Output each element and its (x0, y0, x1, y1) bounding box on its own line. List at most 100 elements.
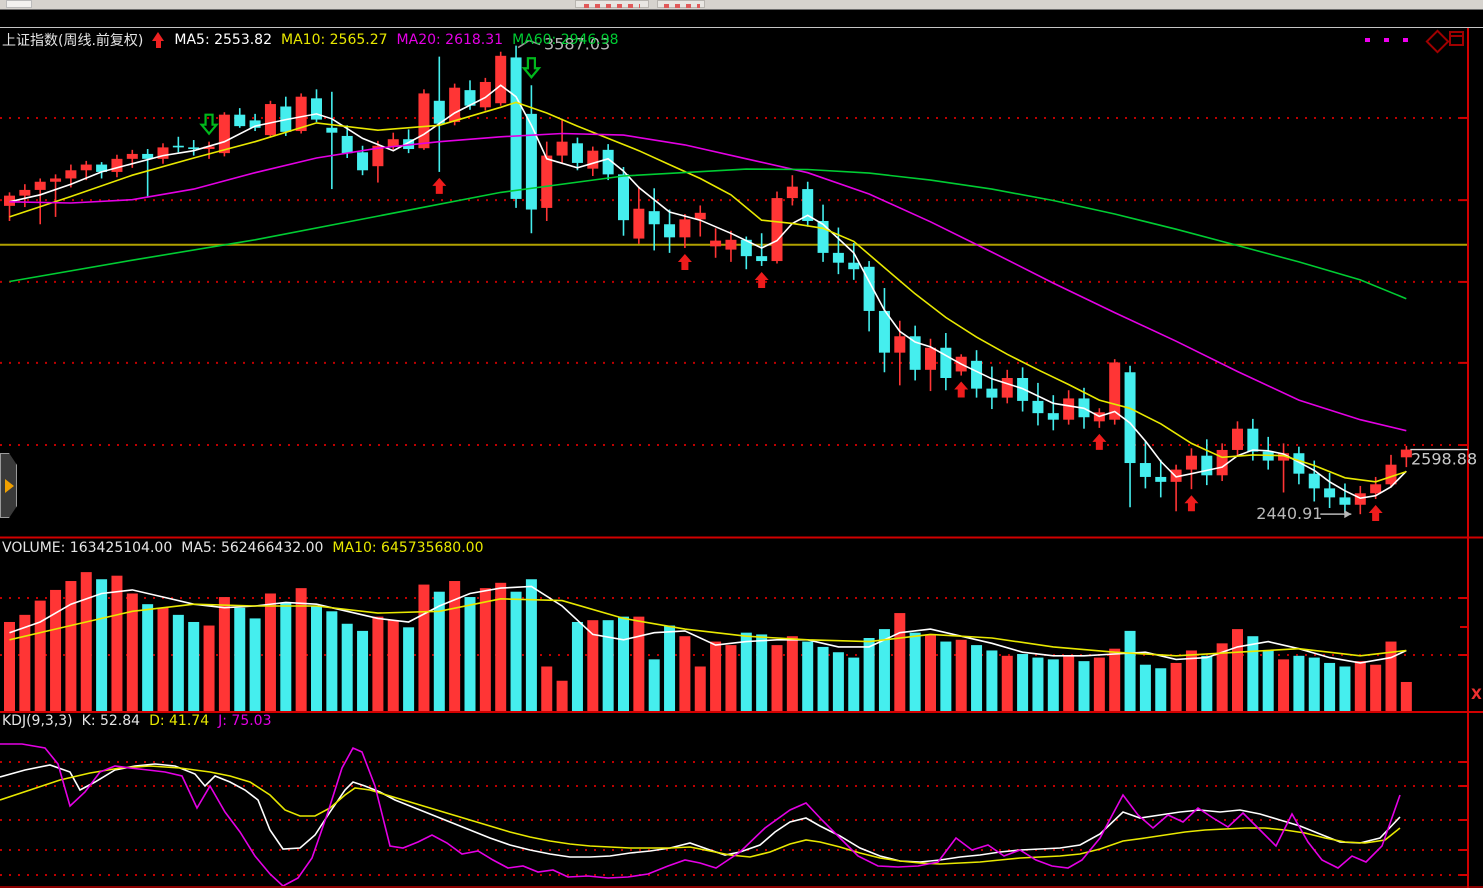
candle-body (111, 159, 122, 172)
candle-body (342, 136, 353, 153)
volume-bar (357, 631, 368, 711)
candle-body (326, 128, 337, 133)
volume-bar (894, 613, 905, 711)
volume-bar (1339, 666, 1350, 711)
candle-body (81, 165, 92, 171)
volume-bar (802, 642, 813, 711)
buy-signal-arrow-icon (954, 382, 968, 398)
candle-body (526, 114, 537, 210)
volume-bar (372, 617, 383, 711)
candle-body (772, 198, 783, 261)
kdj-header: KDJ(9,3,3) K: 52.84 D: 41.74 J: 75.03 (2, 713, 271, 729)
window-restore-icon[interactable] (1449, 31, 1464, 46)
candle-body (311, 98, 322, 119)
volume-bar (1094, 658, 1105, 711)
volume-bar (1140, 665, 1151, 711)
volume-bar (495, 583, 506, 711)
red-up-arrow-icon (152, 32, 165, 48)
candle-body (925, 348, 936, 370)
candle-body (1048, 413, 1059, 420)
candle-body (1309, 474, 1320, 489)
kdj-line-j (0, 744, 1400, 886)
volume-bar (250, 618, 261, 711)
instrument-title[interactable]: 上证指数(周线.前复权) (2, 30, 143, 50)
volume-bar (418, 585, 429, 711)
volume-bar (603, 620, 614, 711)
volume-bar (679, 636, 690, 711)
volume-bar (925, 634, 936, 711)
ma20-value-label: MA20: 2618.31 (397, 32, 504, 48)
volume-bar (787, 636, 798, 711)
volume-bar (1002, 656, 1013, 711)
volume-bar (280, 602, 291, 711)
last-price-label: 2598.88 (1411, 450, 1477, 469)
volume-bar (96, 579, 107, 711)
volume-bar (864, 638, 875, 711)
volume-bar (403, 627, 414, 711)
candle-body (557, 142, 568, 156)
volume-bar (465, 597, 476, 711)
volume-bar (986, 650, 997, 711)
candle-body (1032, 401, 1043, 413)
volume-value-label: VOLUME: 163425104.00 (2, 540, 172, 556)
volume-bar (1355, 661, 1366, 711)
candle-body (879, 311, 890, 353)
volume-bar (557, 681, 568, 711)
candle-body (1002, 378, 1013, 398)
volume-bar (65, 581, 76, 711)
candle-body (986, 389, 997, 398)
volume-bar (940, 642, 951, 711)
volume-bar (111, 576, 122, 711)
volume-bar (756, 634, 767, 711)
buy-signal-arrow-icon (432, 178, 446, 194)
candle-body (618, 174, 629, 220)
candle-body (664, 224, 675, 237)
volume-bar (618, 617, 629, 711)
sidebar-expand-handle[interactable] (0, 453, 17, 518)
kdj-k-label: K: 52.84 (82, 713, 140, 729)
candle-body (541, 156, 552, 208)
volume-bar (1048, 659, 1059, 711)
volume-bar (710, 642, 721, 711)
volume-bar (572, 622, 583, 711)
buy-signal-arrow-icon (1369, 505, 1383, 521)
candle-body (756, 256, 767, 261)
volume-bar (1278, 659, 1289, 711)
volume-bar (50, 590, 61, 711)
volume-bar (342, 624, 353, 711)
volume-bar (695, 666, 706, 711)
candle-body (1339, 497, 1350, 504)
candle-body (971, 361, 982, 389)
chart-canvas[interactable]: 2598.883587.032440.91 (0, 0, 1483, 888)
volume-bar (1125, 631, 1136, 711)
trading-chart-app: 上证指数(周线.前复权) MA5: 2553.82 MA10: 2565.27 … (0, 0, 1483, 888)
kdj-name-label[interactable]: KDJ(9,3,3) (2, 713, 73, 729)
volume-bar (265, 593, 276, 711)
candle-body (710, 241, 721, 247)
candle-body (1063, 398, 1074, 419)
candle-body (1217, 450, 1228, 475)
candle-body (1386, 465, 1397, 485)
candle-body (234, 115, 245, 126)
main-chart-header: 上证指数(周线.前复权) MA5: 2553.82 MA10: 2565.27 … (2, 30, 619, 50)
candle-body (679, 219, 690, 237)
candle-body (219, 115, 230, 153)
ma-line-ma10 (10, 102, 1407, 481)
volume-bar (1109, 649, 1120, 711)
candle-body (173, 146, 184, 148)
volume-bar (35, 601, 46, 711)
buy-signal-arrow-icon (1092, 434, 1106, 450)
volume-bar (219, 597, 230, 711)
indicator-close-button[interactable]: X (1471, 688, 1482, 702)
candle-body (449, 88, 460, 122)
more-options-dots-icon[interactable] (1363, 36, 1413, 44)
buy-signal-arrow-icon (755, 272, 769, 288)
volume-bar (388, 620, 399, 711)
volume-bar (910, 633, 921, 711)
volume-bar (1263, 650, 1274, 711)
volume-bar (434, 592, 445, 711)
candle-body (572, 143, 583, 163)
volume-bar (818, 647, 829, 711)
volume-bar (1171, 663, 1182, 711)
low-pointer-arrowhead (1344, 510, 1351, 518)
